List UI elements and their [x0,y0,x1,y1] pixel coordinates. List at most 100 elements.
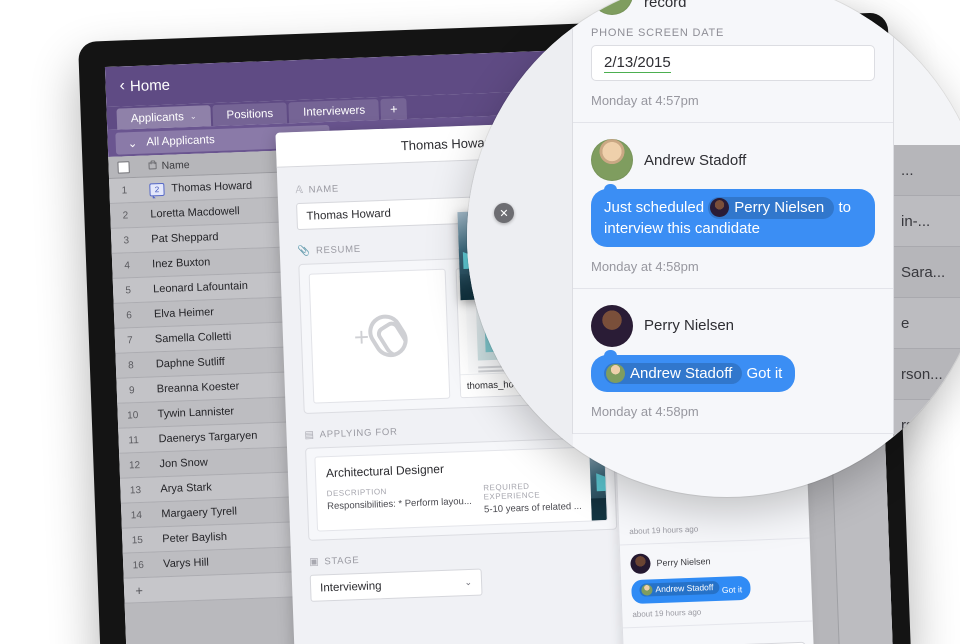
resume-field-label-text: RESUME [315,243,362,257]
magnified-activity-panel[interactable]: at 4:56pm Andrew Stadoff updated this re… [572,0,894,435]
avatar [641,584,653,596]
row-index: 9 [128,384,135,396]
activity-author-name: Perry Nielsen [656,556,711,569]
row-index: 12 [128,459,141,471]
entry-timestamp: Monday at 4:57pm [591,93,699,108]
entry-author-row: Perry Nielsen [591,304,875,347]
stage-select-value: Interviewing [319,579,382,594]
select-all-cell[interactable] [108,160,138,174]
add-attachment-button[interactable]: + [308,268,451,404]
row-index: 5 [125,284,132,296]
magnified-grid-rows: ... in-... Sara... e rson... rson... [893,145,960,451]
activity-message-text: Got it [721,584,743,596]
row-name-text: Loretta Macdowell [150,205,240,221]
magnifier-lens: ...in-...Sara...erson...rson... at 4:56p… [467,0,960,497]
row-index: 1 [121,184,128,196]
row-name-text: Daphne Sutliff [155,355,225,371]
back-label: Home [129,76,171,95]
add-attachment-glyphs: + [353,313,406,359]
stage-select[interactable]: Interviewing ⌄ [309,568,483,602]
entry-author-row: Andrew Stadoff updated this record [591,0,875,15]
magnified-grid-cell[interactable]: Sara... [893,247,960,298]
plus-icon: + [353,321,370,353]
back-chevron-icon: ‹ [119,77,126,95]
paperclip-icon [370,313,406,358]
activity-message-bubble: Andrew Stadoff Got it [631,575,751,604]
row-name-text: Daenerys Targaryen [158,429,258,446]
link-record-icon: ▤ [304,429,315,441]
name-input-value: Thomas Howard [306,207,392,223]
row-name-text: Peter Baylish [162,530,228,546]
avatar [591,139,633,181]
avatar [591,0,633,15]
comment-count-badge[interactable]: 2 [149,182,165,196]
avatar [710,198,730,218]
row-name-text: Jon Snow [159,456,209,471]
row-index: 8 [127,359,134,371]
updated-field-value-box[interactable]: 2/13/2015 [591,45,875,81]
chevron-down-icon: ⌄ [127,137,138,150]
row-index: 3 [123,234,130,246]
mention-name: Andrew Stadoff [630,364,733,382]
add-tab-label: + [389,101,398,117]
magnified-grid-cell[interactable]: in-... [893,196,960,247]
avatar [591,304,633,347]
row-name-text: Elva Heimer [153,306,215,321]
message-text-after: Got it [746,364,783,382]
magnified-grid-cell[interactable]: rson... [893,349,960,400]
row-index: 10 [126,409,139,421]
mention-chip[interactable]: Andrew Stadoff [604,362,743,385]
mention-name: Andrew Stadoff [655,582,714,595]
row-name-text: Inez Buxton [151,256,211,271]
row-index: 13 [129,484,142,496]
row-name-text: Margaery Tyrell [161,505,238,521]
magnified-grid-cell[interactable]: ... [893,145,960,196]
activity-timestamp: about 19 hours ago [632,607,702,619]
mention-chip[interactable]: Andrew Stadoff [639,580,720,598]
mention-chip[interactable]: Perry Nielsen [708,197,835,219]
magnified-entry-message-andrew: Andrew Stadoff Just scheduled Perry Niel… [573,123,893,289]
entry-author-row: Andrew Stadoff [591,139,875,181]
row-index: 16 [132,559,144,571]
tab-positions[interactable]: Positions [212,102,288,127]
activity-author-row: Perry Nielsen [630,548,801,575]
chevron-down-icon: ⌄ [189,111,197,121]
tab-interviewers[interactable]: Interviewers [288,99,380,124]
magnified-grid-cell[interactable]: rson... [893,400,960,451]
tab-interviewers-label: Interviewers [302,104,366,119]
row-name-text: Varys Hill [162,556,210,571]
close-icon: ✕ [499,207,509,220]
plus-icon: + [135,582,144,598]
avatar [606,363,625,383]
select-field-icon: ▣ [309,556,320,568]
chevron-down-icon: ⌄ [464,576,473,588]
row-index: 6 [126,309,133,321]
row-index: 7 [126,334,133,346]
select-all-checkbox[interactable] [117,160,130,174]
add-tab-button[interactable]: + [380,98,408,120]
message-text-before: Just scheduled [604,198,705,216]
magnified-panel-edge [893,0,960,145]
magnified-entry-record-update: Andrew Stadoff updated this record PHONE… [573,0,893,123]
row-index: 15 [131,534,144,546]
text-field-icon: 𝔸 [295,184,304,197]
tab-applicants[interactable]: Applicants ⌄ [116,105,211,130]
name-field-label-text: NAME [308,183,340,196]
magnified-grid-cell[interactable]: e [893,298,960,349]
row-name-text: Pat Sheppard [151,230,219,246]
row-index: 2 [122,209,129,221]
stage-field-label-text: STAGE [324,555,360,568]
activity-entry-message: Perry Nielsen Andrew Stadoff Got it abou… [619,538,813,629]
row-index: 4 [124,259,131,271]
message-bubble: Andrew Stadoff Got it [591,349,796,393]
entry-author-name: Andrew Stadoff [644,151,747,169]
job-description-value: Responsibilities: * Perform layou... [326,495,472,513]
job-description-col: DESCRIPTION Responsibilities: * Perform … [327,484,473,521]
paperclip-icon: 📎 [297,245,312,258]
row-index: 14 [130,509,143,521]
back-to-home-button[interactable]: ‹ Home [119,76,170,95]
row-name-text: Samella Colletti [154,330,232,346]
stage-field-label: ▣ STAGE [309,546,618,568]
updated-field-label: PHONE SCREEN DATE [591,27,725,39]
magnifier-content: ...in-...Sara...erson...rson... at 4:56p… [467,0,960,497]
